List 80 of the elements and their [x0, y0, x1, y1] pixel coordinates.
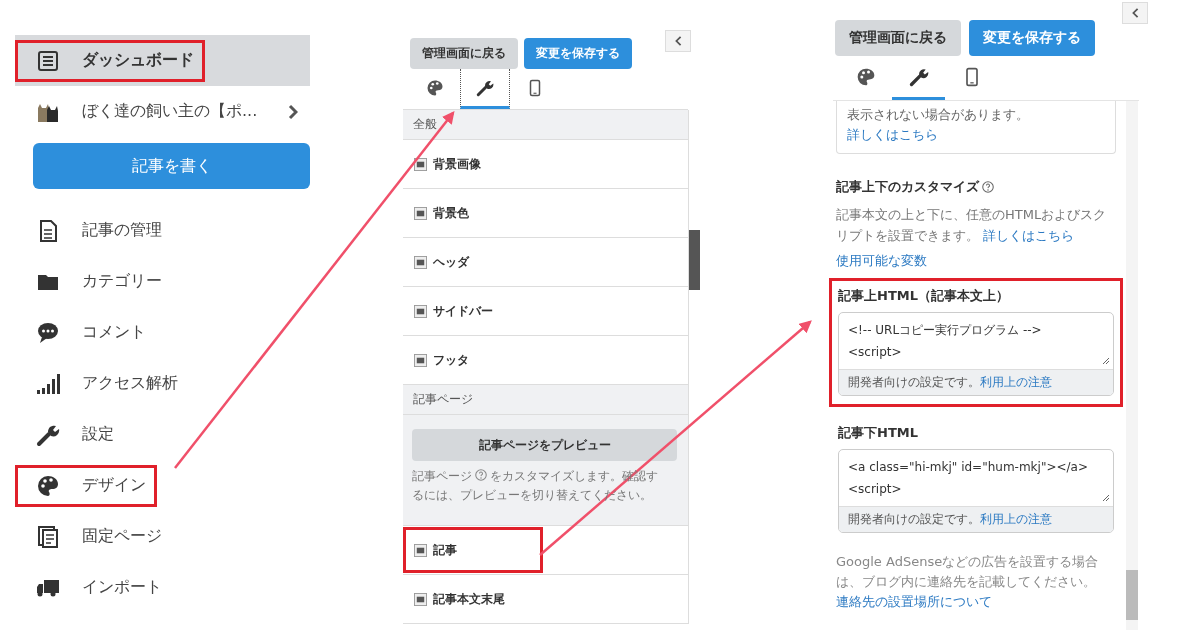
- sidebar-item[interactable]: コメント: [15, 307, 310, 358]
- item-label: フッタ: [433, 351, 469, 369]
- chevron-left-icon: [674, 35, 682, 47]
- resize-handle-icon: [1102, 494, 1111, 502]
- palette-icon: [36, 473, 60, 498]
- description-text: 記事本文の上と下に、任意のHTMLおよびスクリプトを設置できます。 詳しくはこちら: [836, 206, 1108, 245]
- usage-notes-link[interactable]: 利用上の注意: [980, 512, 1052, 526]
- section-icon: [414, 543, 427, 557]
- item-label: 設定: [82, 424, 114, 445]
- html-input-field[interactable]: <!-- URLコピー実行プログラム --> <script> 開発者向けの設定です。利用上の注意: [838, 312, 1115, 396]
- notice-text: 表示されない場合があります。: [847, 107, 1029, 122]
- field-label: 記事下HTML: [838, 424, 919, 442]
- chevron-left-icon: [1131, 7, 1139, 19]
- palette-icon: [426, 78, 444, 97]
- sidebar-item[interactable]: ぼく達の飼い主の【ポ...: [15, 86, 310, 137]
- settings-icon: [908, 66, 929, 87]
- help-icon: [982, 181, 994, 193]
- details-link[interactable]: 詳しくはこちら: [847, 127, 938, 142]
- sidebar-item[interactable]: インポート: [15, 562, 310, 613]
- palette-icon: [855, 66, 876, 87]
- sidebar-item[interactable]: デザイン: [15, 460, 310, 511]
- note-text: 開発者向けの設定です。: [848, 375, 980, 389]
- item-label: アクセス解析: [82, 373, 178, 394]
- section-icon: [414, 255, 427, 269]
- item-label: インポート: [82, 577, 162, 598]
- section-icon: [414, 592, 427, 606]
- item-label: ヘッダ: [433, 253, 469, 271]
- section-icon: [414, 304, 427, 318]
- sidebar-item[interactable]: 固定ページ: [15, 511, 310, 562]
- preview-button[interactable]: 記事ページをプレビュー: [412, 429, 677, 461]
- field-label: 記事上HTML（記事本文上）: [838, 287, 1010, 305]
- item-label: カテゴリー: [82, 271, 162, 292]
- preview-strip: [689, 230, 700, 290]
- usage-notes-link[interactable]: 利用上の注意: [980, 375, 1052, 389]
- item-label: コメント: [82, 322, 146, 343]
- code-line: <!-- URLコピー実行プログラム -->: [848, 322, 1043, 339]
- description-text: 記事ページ: [412, 469, 472, 483]
- item-label: 背景画像: [433, 155, 481, 173]
- signal-bars-icon: [36, 371, 60, 396]
- item-label: ぼく達の飼い主の【ポ...: [82, 101, 258, 122]
- scrollbar[interactable]: [1126, 101, 1138, 630]
- notice-text: Google AdSenseなどの広告を設置する場合は、ブログ内に連絡先を記載してください。 連絡先の設置場所について: [836, 553, 1100, 611]
- html-input-field[interactable]: <a class="hi-mkj" id="hum-mkj"></a> <script> 開発者向けの設定です。利用上の注意: [838, 449, 1115, 533]
- code-line: <script>: [848, 344, 903, 361]
- item-label: 背景色: [433, 204, 469, 222]
- back-button[interactable]: 管理画面に戻る: [410, 38, 518, 69]
- menu-item[interactable]: 記事: [403, 526, 688, 575]
- collapse-button[interactable]: [1122, 2, 1148, 24]
- variables-link[interactable]: 使用可能な変数: [836, 252, 927, 270]
- section-title: 記事上下のカスタマイズ: [836, 178, 979, 196]
- comment-icon: [36, 320, 60, 345]
- chevron-right-icon: [288, 103, 298, 120]
- sidebar-item[interactable]: ダッシュボード: [15, 35, 310, 86]
- settings-icon: [476, 78, 494, 97]
- sidebar-item[interactable]: 記事の管理: [15, 205, 310, 256]
- collapse-button[interactable]: [665, 30, 691, 52]
- item-label: デザイン: [82, 475, 146, 496]
- item-label: サイドバー: [433, 302, 493, 320]
- item-label: 固定ページ: [82, 526, 162, 547]
- item-label: 記事の管理: [82, 220, 162, 241]
- details-link[interactable]: 詳しくはこちら: [983, 228, 1075, 243]
- dashboard-icon: [36, 48, 60, 73]
- sidebar-item[interactable]: アクセス解析: [15, 358, 310, 409]
- section-header: 全般: [403, 110, 688, 140]
- resize-handle-icon: [1102, 357, 1111, 365]
- back-button[interactable]: 管理画面に戻る: [835, 20, 961, 56]
- item-label: ダッシュボード: [82, 50, 194, 71]
- code-line: <script>: [848, 481, 903, 498]
- section-icon: [414, 353, 427, 367]
- item-label: 記事: [433, 541, 457, 559]
- section-icon: [414, 206, 427, 220]
- contact-link[interactable]: 連絡先の設置場所について: [836, 594, 992, 609]
- sidebar-item[interactable]: カテゴリー: [15, 256, 310, 307]
- section-header: 記事ページ: [403, 385, 688, 415]
- item-label: 記事本文末尾: [433, 590, 505, 608]
- sidebar-item[interactable]: 設定: [15, 409, 310, 460]
- pages-icon: [36, 524, 60, 549]
- note-text: 開発者向けの設定です。: [848, 512, 980, 526]
- help-icon: [475, 469, 487, 481]
- code-line: <a class="hi-mkj" id="hum-mkj"></a>: [848, 459, 1089, 476]
